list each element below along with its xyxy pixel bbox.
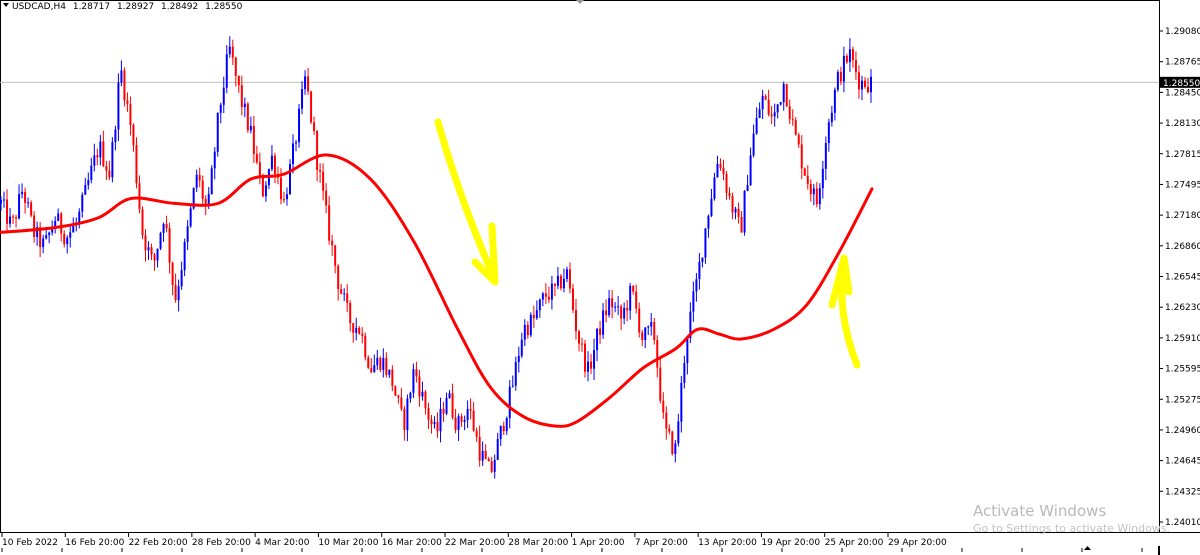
time-label: 28 Feb 20:00 bbox=[192, 538, 251, 548]
time-label: 7 Apr 20:00 bbox=[635, 538, 688, 548]
time-label: 25 Apr 20:00 bbox=[825, 538, 884, 548]
low-value: 1.28492 bbox=[161, 2, 198, 12]
chart-area-border bbox=[0, 0, 1160, 533]
price-label: 1.24960 bbox=[1165, 426, 1200, 436]
time-label: 28 Mar 20:00 bbox=[508, 538, 568, 548]
price-label: 1.27180 bbox=[1165, 211, 1200, 221]
triangle-down-icon[interactable] bbox=[3, 3, 9, 7]
symbol-header: USDCAD,H4 1.28717 1.28927 1.28492 1.2855… bbox=[12, 2, 243, 12]
high-value: 1.28927 bbox=[117, 2, 154, 12]
open-value: 1.28717 bbox=[73, 2, 110, 12]
time-axis: 10 Feb 2022 16 Feb 20:00 22 Feb 20:00 28 Fe… bbox=[1, 532, 1143, 552]
time-label: 13 Apr 20:00 bbox=[698, 538, 757, 548]
price-label: 1.24645 bbox=[1165, 457, 1200, 467]
moving-average-line bbox=[0, 153, 874, 428]
price-label: 1.24010 bbox=[1165, 518, 1200, 528]
time-label: 16 Mar 20:00 bbox=[382, 538, 442, 548]
price-label: 1.28450 bbox=[1165, 88, 1200, 98]
scroll-end-marker[interactable] bbox=[1158, 546, 1160, 555]
price-chart[interactable]: USDCAD,H4 1.28717 1.28927 1.28492 1.2855… bbox=[0, 0, 1200, 555]
current-price-label: 1.28550 bbox=[1160, 76, 1200, 89]
time-label: 1 Apr 20:00 bbox=[572, 538, 625, 548]
scroll-marker-icon[interactable] bbox=[1084, 546, 1091, 550]
annotation-arrow-up bbox=[828, 254, 861, 369]
price-label: 1.26860 bbox=[1165, 242, 1200, 252]
price-label: 1.28765 bbox=[1165, 58, 1200, 68]
time-label: 16 Feb 20:00 bbox=[65, 538, 124, 548]
price-label: 1.25595 bbox=[1165, 365, 1200, 375]
time-label: 10 Feb 2022 bbox=[2, 538, 58, 548]
price-label: 1.27815 bbox=[1165, 150, 1200, 160]
close-value: 1.28550 bbox=[205, 2, 242, 12]
symbol-name: USDCAD,H4 bbox=[12, 2, 66, 12]
price-label: 1.24325 bbox=[1165, 487, 1200, 497]
price-axis: 1.29080 1.28765 1.28450 1.28130 1.27815 1.274… bbox=[1159, 27, 1200, 528]
current-price-text: 1.28550 bbox=[1163, 79, 1200, 89]
time-label: 19 Apr 20:00 bbox=[761, 538, 820, 548]
time-label: 22 Mar 20:00 bbox=[445, 538, 505, 548]
time-label: 29 Apr 20:00 bbox=[888, 538, 947, 548]
time-label: 4 Mar 20:00 bbox=[255, 538, 310, 548]
time-label: 10 Mar 20:00 bbox=[318, 538, 378, 548]
price-label: 1.26545 bbox=[1165, 273, 1200, 283]
watermark-subtitle: Go to Settings to activate Windows. bbox=[973, 522, 1170, 535]
price-label: 1.26230 bbox=[1165, 303, 1200, 313]
price-label: 1.29080 bbox=[1165, 27, 1200, 37]
time-label: 22 Feb 20:00 bbox=[129, 538, 188, 548]
price-label: 1.28130 bbox=[1165, 119, 1200, 129]
price-label: 1.25275 bbox=[1165, 395, 1200, 405]
triangle-up-icon[interactable] bbox=[576, 0, 584, 4]
candlestick-series bbox=[0, 36, 872, 479]
annotation-arrow-down bbox=[434, 118, 499, 286]
price-label: 1.27495 bbox=[1165, 180, 1200, 190]
watermark-title: Activate Windows bbox=[973, 502, 1106, 520]
price-label: 1.25910 bbox=[1165, 334, 1200, 344]
